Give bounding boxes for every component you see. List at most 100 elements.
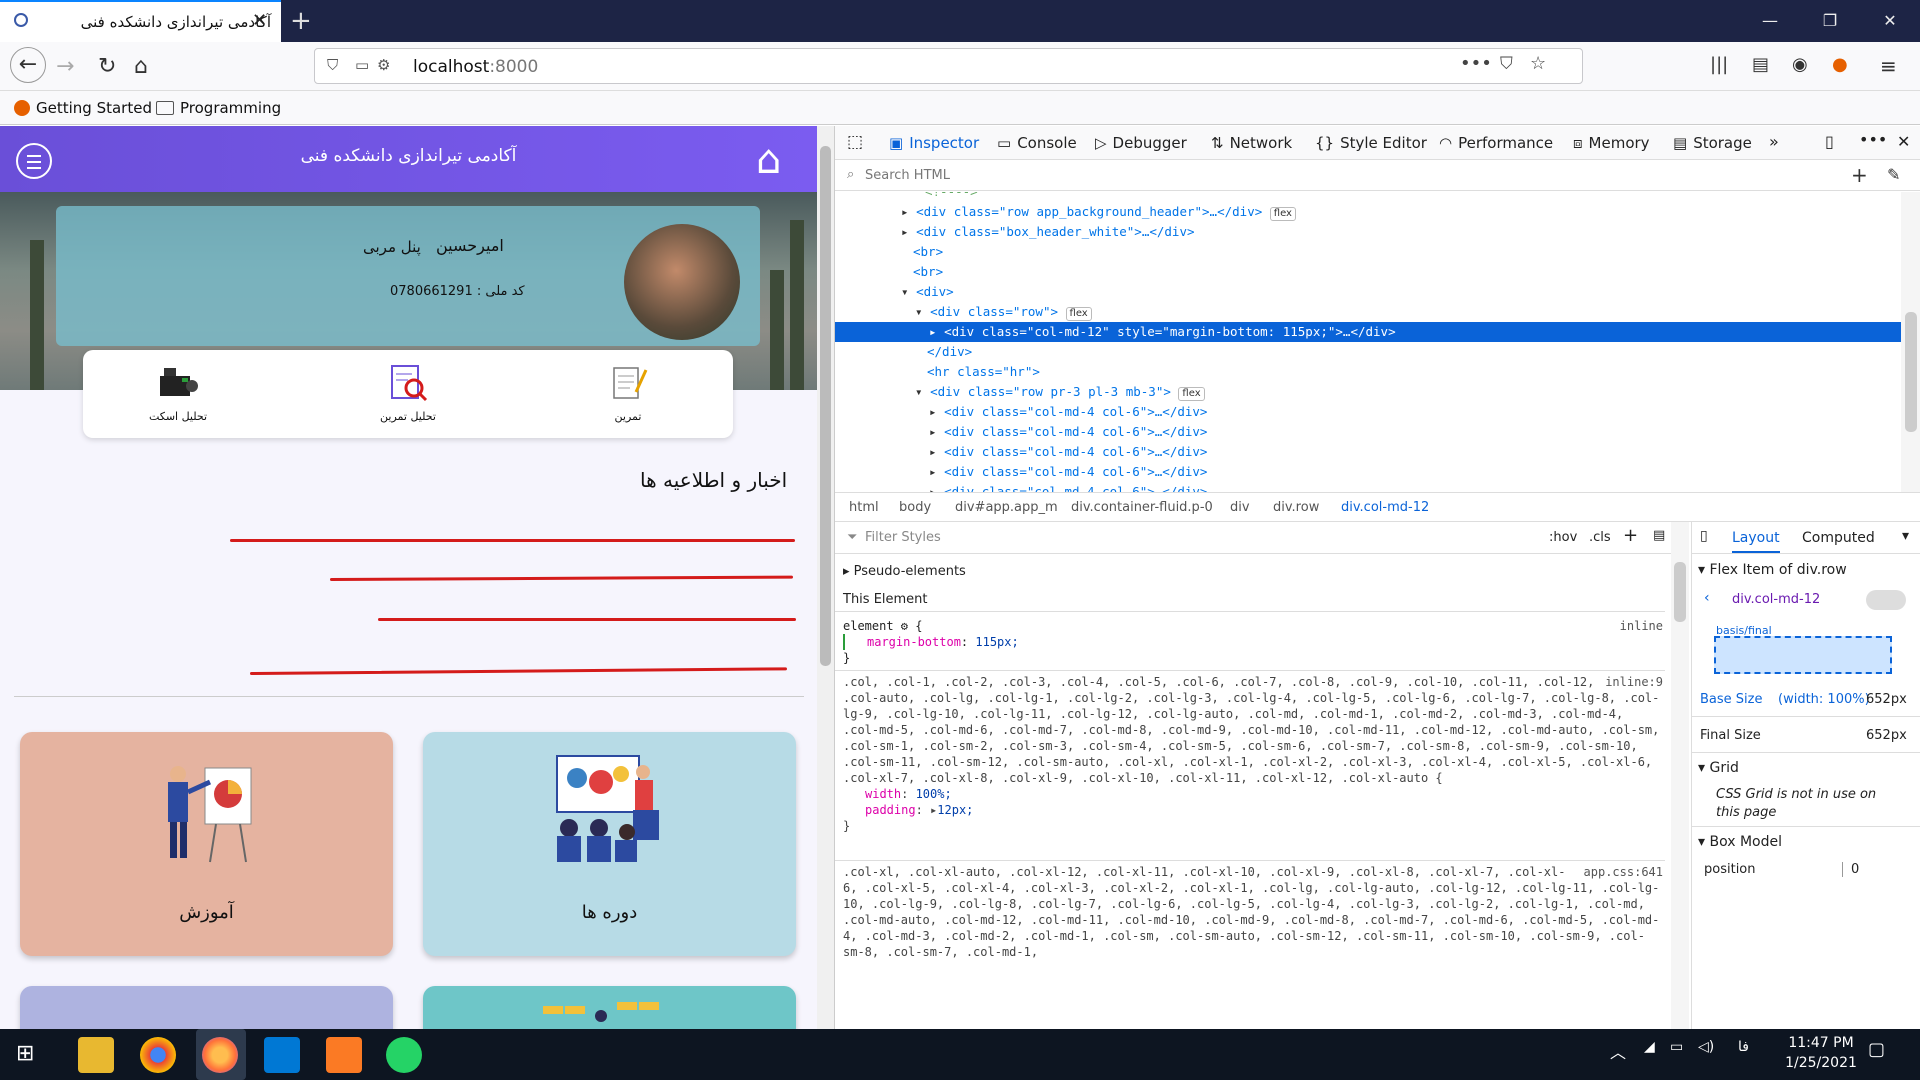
bookmark-getting-started[interactable]: Getting Started [14,99,152,117]
tree-node[interactable]: ▸ <div class="row app_background_header"… [901,202,1296,222]
wifi-icon[interactable]: ◢ [1644,1039,1655,1055]
tree-node[interactable]: </div> [927,342,972,362]
hov-toggle[interactable]: :hov [1549,530,1577,545]
tab-network[interactable]: ⇅ Network [1211,134,1292,152]
windows-start-icon[interactable]: ⊞ [16,1041,34,1066]
tree-node[interactable]: <br> [913,242,943,262]
whatsapp-icon[interactable] [386,1037,422,1073]
add-rule-icon[interactable]: + [1623,525,1638,546]
more-tabs-icon[interactable]: » [1769,132,1779,151]
card-training[interactable]: آموزش [20,732,393,956]
sidebar-toggle-icon[interactable]: ▯ [1700,528,1708,544]
sidebar-icon[interactable]: ▤ [1752,54,1769,75]
print-media-icon[interactable]: ▤ [1653,528,1665,543]
clock-date[interactable]: 1/25/2021 [1776,1055,1866,1071]
tab-memory[interactable]: ⧈ Memory [1573,134,1650,152]
battery-icon[interactable]: ▭ [1670,1039,1683,1055]
html-search[interactable]: ⌕ Search HTML + ✎ [835,161,1920,191]
home-icon[interactable]: ⌂ [134,54,148,79]
tree-node[interactable]: <!----> [925,192,978,202]
card-courses[interactable]: دوره ها [423,732,796,956]
devtools-menu-icon[interactable]: ••• [1859,130,1887,149]
vscode-icon[interactable] [264,1037,300,1073]
cls-toggle[interactable]: .cls [1589,530,1611,545]
tree-node[interactable]: ▸ <div class="col-md-4 col-6">…</div> [929,462,1207,482]
crumb[interactable]: div.container-fluid.p-0 [1071,500,1213,515]
crumb[interactable]: div [1230,500,1250,515]
card-4[interactable] [423,986,796,1029]
crumb[interactable]: div.row [1273,500,1319,515]
page-actions-icon[interactable]: ••• [1460,53,1492,74]
pseudo-elements-toggle[interactable]: ▸ Pseudo-elements [843,564,966,579]
tree-node[interactable]: <br> [913,262,943,282]
browser-tab[interactable]: آکادمی تیراندازی دانشکده فنی [0,0,281,42]
volume-icon[interactable]: ◁) [1698,1039,1714,1055]
news-item[interactable] [249,667,787,675]
tree-node[interactable]: ▸ <div class="col-md-4 col-6">…</div> [929,402,1207,422]
tree-node[interactable]: ▾ <div class="row pr-3 pl-3 mb-3"> flex [915,382,1205,402]
tab-computed[interactable]: Computed [1802,530,1875,546]
chrome-icon[interactable] [140,1037,176,1073]
more-icon[interactable]: ▾ [1902,528,1909,544]
crumb[interactable]: html [849,500,879,515]
tree-node-selected[interactable]: ▸ <div class="col-md-12" style="margin-b… [835,322,1901,342]
tree-node[interactable]: ▸ <div class="col-md-4 col-6">…</div> [929,482,1207,492]
flex-selector[interactable]: div.col-md-12 [1732,592,1820,607]
menu-icon[interactable]: ≡ [1880,54,1897,78]
rules-scrollbar[interactable] [1671,522,1689,1029]
flex-highlight-toggle[interactable] [1866,590,1906,610]
library-icon[interactable]: ||| [1710,54,1728,75]
tab-style-editor[interactable]: {} Style Editor [1315,134,1427,152]
tab-inspector[interactable]: ▣ Inspector [889,134,979,152]
box-model-header[interactable]: ▾ Box Model [1698,834,1782,850]
pocket-icon[interactable]: ⛉ [1500,54,1513,74]
page-scrollbar[interactable] [817,126,834,1029]
crumb[interactable]: body [899,500,931,515]
minimize-icon[interactable]: — [1740,0,1800,42]
dock-icon[interactable]: ▯ [1825,132,1834,151]
tree-node[interactable]: ▸ <div class="col-md-4 col-6">…</div> [929,422,1207,442]
tree-scrollbar[interactable] [1901,192,1920,492]
quick-skeet-analysis[interactable]: تحلیل اسکت [123,362,233,423]
tab-console[interactable]: ▭ Console [997,134,1077,152]
card-3[interactable] [20,986,393,1029]
add-node-icon[interactable]: + [1851,163,1868,187]
new-tab-icon[interactable]: + [290,6,312,36]
quick-training[interactable]: تمرین [573,362,683,423]
language-indicator[interactable]: فا [1738,1039,1749,1055]
notifications-icon[interactable]: ▢ [1868,1039,1885,1060]
file-explorer-icon[interactable] [78,1037,114,1073]
url-text[interactable]: localhost:8000 [413,57,538,77]
forward-icon[interactable]: → [56,54,74,79]
restore-icon[interactable]: ❐ [1800,0,1860,42]
grid-header[interactable]: ▾ Grid [1698,760,1739,776]
tab-performance[interactable]: ◠ Performance [1439,134,1553,152]
firefox-icon[interactable] [202,1037,238,1073]
flex-item-header[interactable]: ▾ Flex Item of div.row [1698,562,1847,578]
page-icon[interactable]: ▭ [355,56,369,74]
bookmark-programming[interactable]: Programming [156,99,281,117]
tree-node[interactable]: ▸ <div class="box_header_white">…</div> [901,222,1195,242]
tab-debugger[interactable]: ▷ Debugger [1095,134,1187,152]
tree-node[interactable]: <hr class="hr"> [927,362,1040,382]
close-devtools-icon[interactable]: ✕ [1897,132,1910,151]
filter-styles-input[interactable]: Filter Styles [865,530,941,545]
account-icon[interactable]: ◉ [1792,54,1808,75]
back-chevron-icon[interactable]: ‹ [1704,590,1710,606]
crumb[interactable]: div.col-md-12 [1341,500,1429,515]
tab-layout[interactable]: Layout [1732,530,1780,553]
news-item[interactable] [230,539,795,542]
bookmark-star-icon[interactable]: ☆ [1530,53,1546,74]
close-window-icon[interactable]: ✕ [1860,0,1920,42]
element-picker-icon[interactable]: ⬚ [847,132,863,152]
news-item[interactable] [378,618,796,621]
tree-node[interactable]: ▸ <div class="col-md-4 col-6">…</div> [929,442,1207,462]
tab-storage[interactable]: ▤ Storage [1673,134,1752,152]
crumb[interactable]: div#app.app_m [955,500,1058,515]
tray-chevron-icon[interactable]: ︿ [1610,1039,1626,1063]
clock-time[interactable]: 11:47 PM [1784,1035,1858,1051]
tree-node[interactable]: ▾ <div class="row"> flex [915,302,1092,322]
tree-node[interactable]: ▾ <div> [901,282,954,302]
close-tab-icon[interactable]: ✕ [252,10,267,31]
shield-icon[interactable]: ⛉ [327,56,338,74]
